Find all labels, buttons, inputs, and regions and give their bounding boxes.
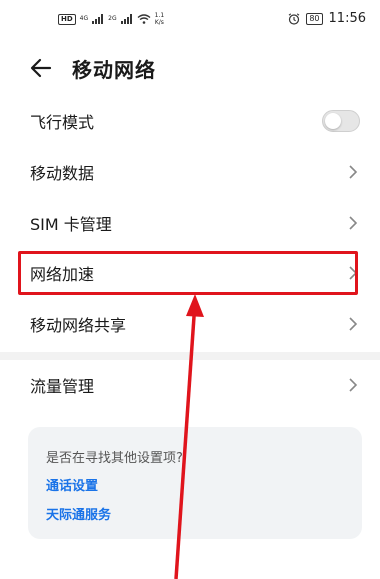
row-label: 飞行模式 [30, 113, 95, 132]
chevron-right-icon [349, 165, 358, 179]
row-label: 移动数据 [30, 164, 95, 183]
wifi-icon [137, 14, 151, 24]
suggestion-question: 是否在寻找其他设置项? [46, 451, 183, 466]
header: 移动网络 [0, 48, 380, 88]
hd-icon: HD [58, 13, 76, 25]
back-button[interactable] [26, 52, 58, 84]
row-airplane-mode[interactable]: 飞行模式 [0, 96, 380, 146]
chevron-right-icon [349, 317, 358, 331]
status-right: 80 11:56 [288, 11, 366, 26]
row-tethering[interactable]: 移动网络共享 [0, 299, 380, 349]
suggestion-card: 是否在寻找其他设置项? 通话设置 天际通服务 [28, 427, 362, 539]
status-bar: HD 4G 2G 1.1 K/s 80 11:56 [0, 0, 380, 38]
row-sim-management[interactable]: SIM 卡管理 [0, 198, 380, 248]
chevron-right-icon [349, 216, 358, 230]
row-label: 流量管理 [30, 377, 95, 396]
page-title: 移动网络 [72, 58, 156, 82]
signal-icon-2 [120, 14, 132, 24]
section-divider [0, 352, 380, 360]
chevron-right-icon [349, 378, 358, 392]
link-skytone-service[interactable]: 天际通服务 [46, 504, 111, 523]
network-type-1: 4G [79, 15, 89, 22]
network-speed: 1.1 K/s [155, 12, 165, 26]
back-arrow-icon [30, 58, 52, 78]
status-left: HD 4G 2G 1.1 K/s [58, 12, 164, 26]
toggle-knob [325, 113, 341, 129]
network-type-2: 2G [108, 15, 117, 22]
network-speed-unit: K/s [154, 19, 164, 26]
network-speed-value: 1.1 [154, 12, 165, 19]
row-label: SIM 卡管理 [30, 215, 112, 234]
alarm-icon [289, 12, 300, 25]
clock: 11:56 [328, 11, 366, 26]
link-call-settings[interactable]: 通话设置 [46, 475, 98, 494]
row-mobile-data[interactable]: 移动数据 [0, 147, 380, 197]
row-data-usage[interactable]: 流量管理 [0, 360, 380, 410]
battery-icon: 80 [306, 12, 323, 25]
signal-icon [92, 14, 104, 24]
airplane-mode-toggle[interactable] [322, 110, 360, 132]
annotation-highlight-box [18, 251, 358, 295]
row-label: 移动网络共享 [30, 316, 127, 335]
